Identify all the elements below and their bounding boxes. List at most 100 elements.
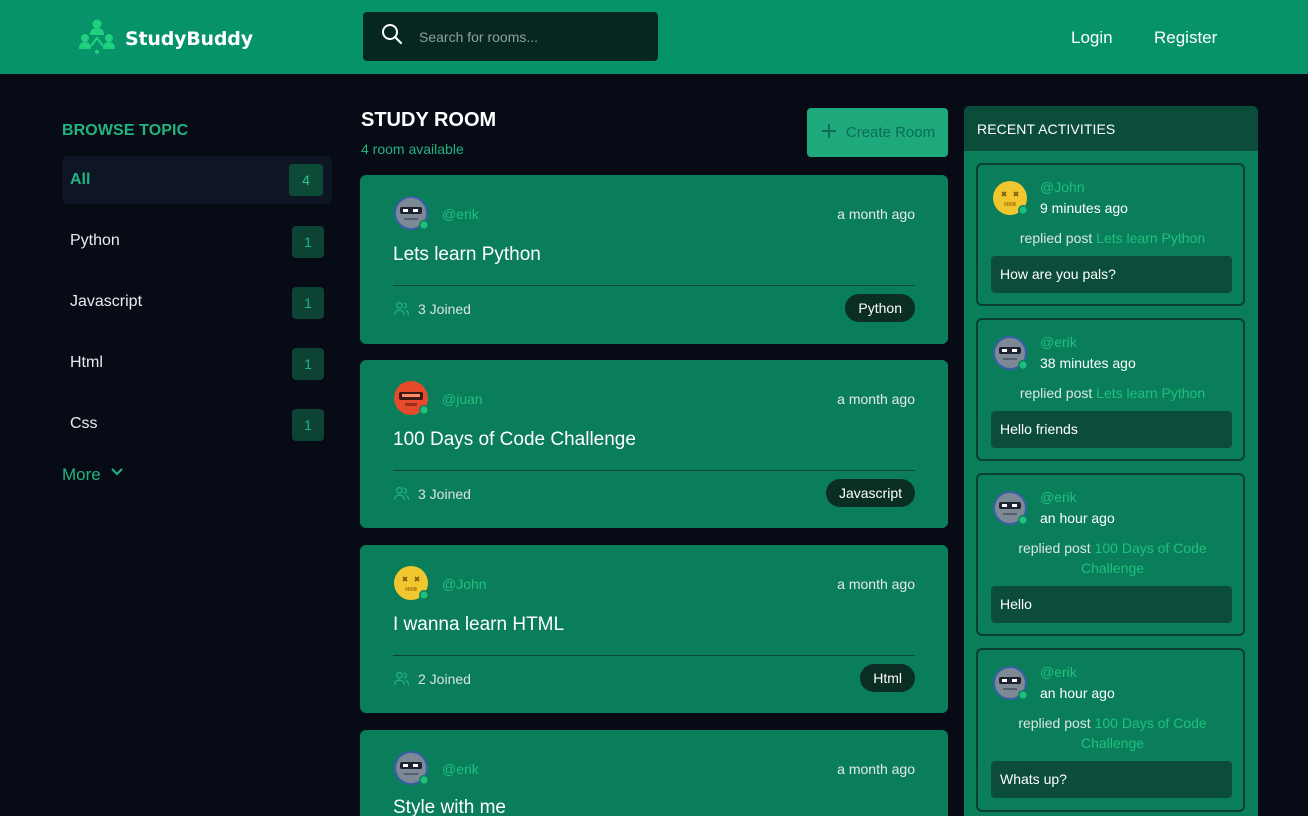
avatar[interactable] bbox=[992, 665, 1028, 701]
topic-label: Html bbox=[70, 354, 103, 371]
page-title: STUDY ROOM bbox=[361, 109, 497, 131]
avatar[interactable] bbox=[393, 750, 429, 786]
activity-message: Hello bbox=[991, 586, 1232, 623]
room-topic-tag[interactable]: Html bbox=[860, 664, 915, 692]
avatar[interactable] bbox=[992, 180, 1028, 216]
users-icon bbox=[393, 670, 410, 687]
avatar[interactable] bbox=[992, 490, 1028, 526]
topic-count: 1 bbox=[292, 348, 324, 380]
topic-count: 1 bbox=[292, 226, 324, 258]
activity-user[interactable]: @erik bbox=[1040, 489, 1077, 505]
panel-title: RECENT ACTIVITIES bbox=[964, 106, 1258, 151]
activity-post-link[interactable]: Lets learn Python bbox=[1096, 385, 1205, 401]
room-host[interactable]: @erik bbox=[442, 761, 479, 777]
joined-label: 3 Joined bbox=[418, 300, 471, 317]
activity-description: replied post Lets learn Python bbox=[988, 228, 1237, 248]
activity-action: replied post bbox=[1018, 715, 1091, 731]
avatar[interactable] bbox=[393, 195, 429, 231]
activity-description: replied post Lets learn Python bbox=[988, 383, 1237, 403]
room-title[interactable]: Style with me bbox=[393, 797, 506, 816]
brand-name: StudyBuddy bbox=[125, 27, 253, 50]
activity-message: How are you pals? bbox=[991, 256, 1232, 293]
activity-item: @erik 38 minutes ago replied post Lets l… bbox=[976, 318, 1245, 461]
room-time: a month ago bbox=[837, 391, 915, 407]
room-time: a month ago bbox=[837, 761, 915, 777]
activity-post-link[interactable]: 100 Days of Code Challenge bbox=[1081, 540, 1207, 576]
activity-item: @erik an hour ago replied post 100 Days … bbox=[976, 648, 1245, 812]
room-title[interactable]: 100 Days of Code Challenge bbox=[393, 429, 636, 451]
topic-item-javascript[interactable]: Javascript 1 bbox=[62, 278, 332, 326]
activity-action: replied post bbox=[1019, 385, 1093, 401]
topic-count: 4 bbox=[289, 164, 323, 196]
room-host[interactable]: @juan bbox=[442, 391, 483, 407]
avatar[interactable] bbox=[992, 335, 1028, 371]
login-link[interactable]: Login bbox=[1071, 28, 1113, 48]
users-icon bbox=[393, 485, 410, 502]
plus-icon bbox=[820, 122, 838, 144]
topic-item-all[interactable]: All 4 bbox=[62, 156, 332, 204]
create-room-label: Create Room bbox=[845, 124, 936, 141]
divider bbox=[393, 655, 915, 656]
room-title[interactable]: Lets learn Python bbox=[393, 244, 541, 266]
room-card[interactable]: @erik a month ago Style with me bbox=[360, 730, 948, 816]
brand-logo[interactable]: StudyBuddy bbox=[77, 16, 253, 61]
room-host[interactable]: @John bbox=[442, 576, 487, 592]
activity-description: replied post 100 Days of Code Challenge bbox=[988, 713, 1237, 753]
avatar[interactable] bbox=[393, 565, 429, 601]
room-topic-tag[interactable]: Python bbox=[845, 294, 915, 322]
divider bbox=[393, 470, 915, 471]
room-host[interactable]: @erik bbox=[442, 206, 479, 222]
create-room-button[interactable]: Create Room bbox=[807, 108, 948, 157]
room-card[interactable]: @John a month ago I wanna learn HTML 2 J… bbox=[360, 545, 948, 713]
room-time: a month ago bbox=[837, 576, 915, 592]
more-label: More bbox=[62, 464, 101, 484]
joined-count: 2 Joined bbox=[393, 670, 471, 687]
activity-item: @erik an hour ago replied post 100 Days … bbox=[976, 473, 1245, 636]
activity-user[interactable]: @erik bbox=[1040, 334, 1077, 350]
top-navbar: StudyBuddy Login Register bbox=[0, 0, 1308, 74]
joined-label: 2 Joined bbox=[418, 670, 471, 687]
chevron-down-icon bbox=[109, 464, 125, 485]
joined-label: 3 Joined bbox=[418, 485, 471, 502]
topic-count: 1 bbox=[292, 409, 324, 441]
topic-item-css[interactable]: Css 1 bbox=[62, 400, 332, 448]
topic-label: Css bbox=[70, 415, 98, 432]
room-time: a month ago bbox=[837, 206, 915, 222]
activity-user[interactable]: @erik bbox=[1040, 664, 1077, 680]
activity-post-link[interactable]: 100 Days of Code Challenge bbox=[1081, 715, 1207, 751]
divider bbox=[393, 285, 915, 286]
activity-action: replied post bbox=[1019, 230, 1093, 246]
topic-item-html[interactable]: Html 1 bbox=[62, 339, 332, 387]
activity-user[interactable]: @John bbox=[1040, 179, 1085, 195]
activity-item: @John 9 minutes ago replied post Lets le… bbox=[976, 163, 1245, 306]
room-card[interactable]: @juan a month ago 100 Days of Code Chall… bbox=[360, 360, 948, 528]
topic-count: 1 bbox=[292, 287, 324, 319]
activity-action: replied post bbox=[1018, 540, 1091, 556]
activity-message: Whats up? bbox=[991, 761, 1232, 798]
activity-time: an hour ago bbox=[1040, 510, 1115, 526]
topic-label: All bbox=[70, 171, 91, 188]
room-topic-tag[interactable]: Javascript bbox=[825, 479, 915, 507]
logo-icon bbox=[77, 16, 117, 61]
register-link[interactable]: Register bbox=[1154, 28, 1217, 48]
activity-post-link[interactable]: Lets learn Python bbox=[1096, 230, 1205, 246]
room-count: 4 room available bbox=[361, 141, 464, 157]
joined-count: 3 Joined bbox=[393, 300, 471, 317]
room-card[interactable]: @erik a month ago Lets learn Python 3 Jo… bbox=[360, 175, 948, 344]
activity-message: Hello friends bbox=[991, 411, 1232, 448]
avatar[interactable] bbox=[393, 380, 429, 416]
room-title[interactable]: I wanna learn HTML bbox=[393, 614, 564, 636]
joined-count: 3 Joined bbox=[393, 485, 471, 502]
topic-label: Python bbox=[70, 232, 120, 249]
more-topics-link[interactable]: More bbox=[62, 464, 125, 485]
topic-item-python[interactable]: Python 1 bbox=[62, 217, 332, 265]
users-icon bbox=[393, 300, 410, 317]
search-icon bbox=[381, 23, 403, 50]
topic-label: Javascript bbox=[70, 293, 143, 310]
activity-time: an hour ago bbox=[1040, 685, 1115, 701]
search-input[interactable] bbox=[419, 28, 639, 45]
activity-description: replied post 100 Days of Code Challenge bbox=[988, 538, 1237, 578]
browse-topic-heading: BROWSE TOPIC bbox=[62, 122, 189, 139]
activity-time: 9 minutes ago bbox=[1040, 200, 1128, 216]
search-bar[interactable] bbox=[363, 12, 658, 61]
